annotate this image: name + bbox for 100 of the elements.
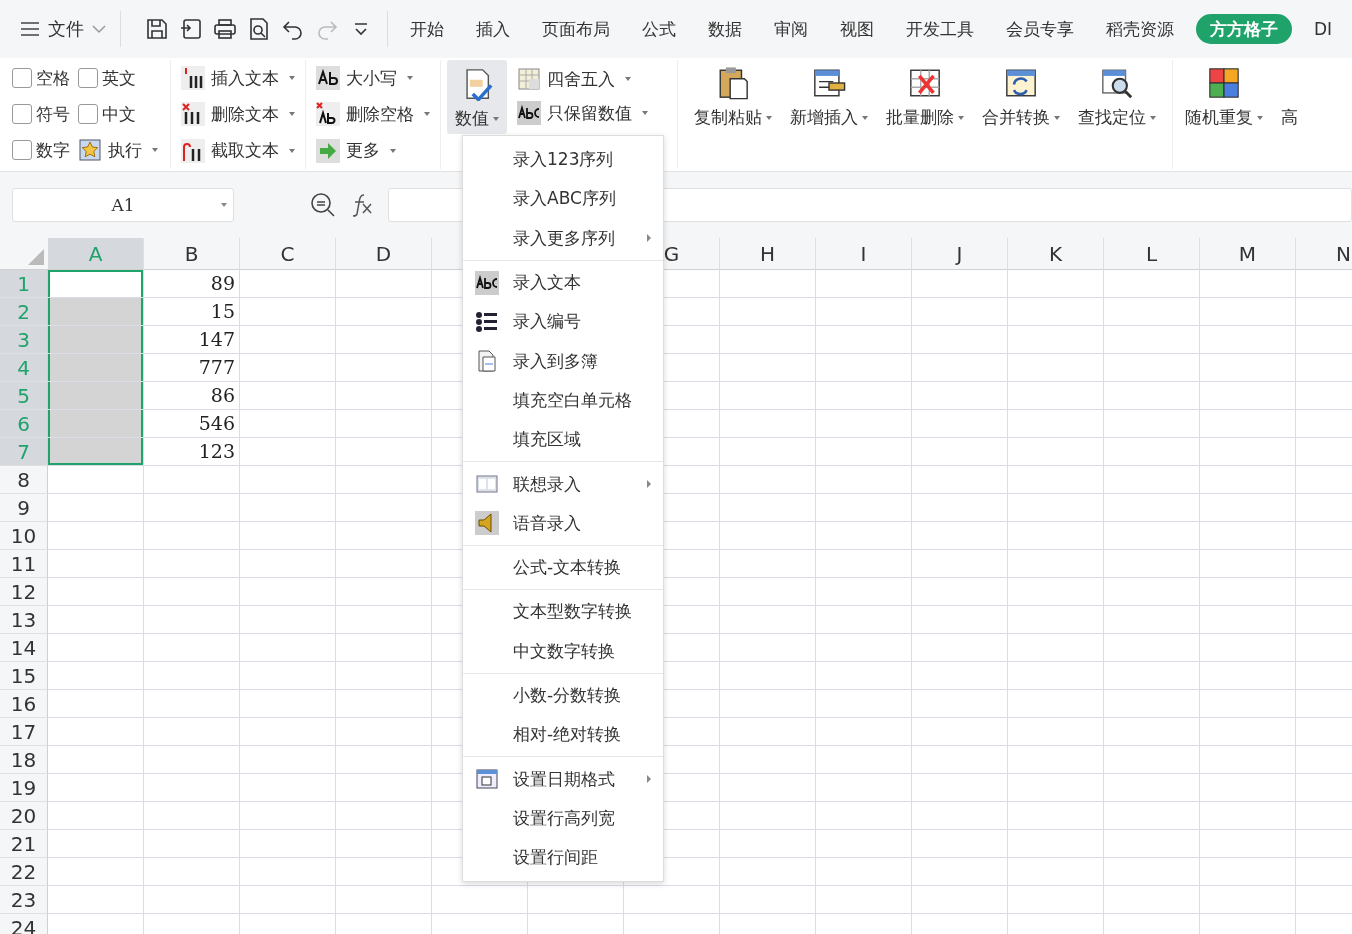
menu-item[interactable]: 录入到多簿	[463, 341, 663, 381]
row-header[interactable]: 21	[0, 830, 48, 858]
table-cell: 15	[144, 298, 240, 326]
column-header[interactable]: I	[816, 238, 912, 270]
ribbon-tab[interactable]: 开发工具	[906, 14, 974, 44]
tool-button[interactable]: 删除空格	[316, 97, 430, 132]
panel-icon	[475, 472, 499, 496]
tool-button[interactable]: 插入文本	[181, 61, 295, 96]
function-icon[interactable]	[350, 192, 374, 218]
row-header[interactable]: 13	[0, 606, 48, 634]
column-header[interactable]: M	[1200, 238, 1296, 270]
ribbon-button[interactable]: 随机重复	[1177, 60, 1271, 140]
numbered-list-icon	[475, 309, 499, 334]
ribbon-tab[interactable]: DI	[1314, 14, 1333, 44]
menu-item[interactable]: 设置行高列宽	[463, 798, 663, 839]
ribbon-tab[interactable]: 会员专享	[1006, 14, 1074, 44]
checkbox[interactable]: 中文	[78, 102, 158, 126]
ribbon-tab[interactable]: 开始	[410, 14, 444, 44]
value-button[interactable]: 数值	[447, 60, 507, 134]
column-header[interactable]: K	[1008, 238, 1104, 270]
menu-item[interactable]: 公式-文本转换	[463, 547, 663, 588]
menu-item[interactable]: 文本型数字转换	[463, 592, 663, 632]
table-cell: 777	[144, 354, 240, 382]
ribbon-tab[interactable]: 视图	[840, 14, 874, 44]
star-box-icon	[78, 138, 102, 162]
ribbon-tab[interactable]: 插入	[476, 14, 510, 44]
delete-spaces-icon	[316, 102, 340, 127]
ribbon-button[interactable]: 新增插入	[782, 60, 876, 140]
delete-text-icon	[181, 102, 205, 127]
print-preview-icon	[247, 17, 271, 41]
row-header[interactable]: 18	[0, 746, 48, 774]
name-box[interactable]: A1	[12, 188, 234, 222]
row-header[interactable]: 20	[0, 802, 48, 830]
row-header[interactable]: 11	[0, 550, 48, 578]
save-icon	[145, 17, 169, 41]
menu-icon	[20, 21, 40, 37]
menu-item[interactable]: 语音录入	[463, 503, 663, 543]
menu-item[interactable]: 相对-绝对转换	[463, 715, 663, 755]
menu-item[interactable]: 设置日期格式	[463, 759, 663, 799]
ribbon-tab[interactable]: 公式	[642, 14, 676, 44]
column-header[interactable]: H	[720, 238, 816, 270]
chevron-down-icon	[92, 24, 106, 34]
checkbox[interactable]: 英文	[78, 66, 158, 90]
checkbox[interactable]: 空格	[12, 66, 70, 90]
execute-button[interactable]: 执行	[78, 133, 158, 167]
rounding-icon	[517, 67, 541, 91]
tool-button[interactable]: 四舍五入	[517, 62, 667, 96]
column-header[interactable]: B	[144, 238, 240, 270]
menu-item[interactable]: 设置行间距	[463, 838, 663, 878]
checkbox[interactable]: 数字	[12, 138, 70, 162]
row-header[interactable]: 15	[0, 662, 48, 690]
tool-button[interactable]: 截取文本	[181, 133, 295, 168]
row-header[interactable]: 12	[0, 578, 48, 606]
row-header[interactable]: 10	[0, 522, 48, 550]
row-header[interactable]: 16	[0, 690, 48, 718]
table-cell: 147	[144, 326, 240, 354]
speaker-icon	[475, 511, 499, 536]
row-header[interactable]: 9	[0, 494, 48, 522]
column-header[interactable]: N	[1296, 238, 1352, 270]
menu-item[interactable]: 录入编号	[463, 302, 663, 342]
row-header[interactable]: 22	[0, 858, 48, 886]
menu-item[interactable]: 联想录入	[463, 464, 663, 504]
ribbon-button[interactable]: 合并转换	[974, 60, 1068, 140]
menu-item[interactable]: 小数-分数转换	[463, 675, 663, 716]
ribbon-button[interactable]: 批量删除	[878, 60, 972, 140]
menu-item[interactable]: 录入123序列	[463, 140, 663, 180]
menu-item[interactable]: 录入ABC序列	[463, 179, 663, 219]
column-header[interactable]: L	[1104, 238, 1200, 270]
row-header[interactable]: 23	[0, 886, 48, 914]
tool-button[interactable]: 大小写	[316, 61, 430, 96]
tool-button[interactable]: 更多	[316, 133, 430, 168]
export-icon	[179, 17, 203, 41]
table-cell: 546	[144, 410, 240, 438]
calendar-icon	[475, 767, 499, 792]
ribbon-tab[interactable]: 审阅	[774, 14, 808, 44]
menu-item[interactable]: 中文数字转换	[463, 631, 663, 671]
table-cell: 89	[144, 270, 240, 298]
column-header[interactable]: J	[912, 238, 1008, 270]
ribbon-tab[interactable]: 稻壳资源	[1106, 14, 1174, 44]
letters-icon	[316, 66, 340, 91]
tool-button[interactable]: 删除文本	[181, 97, 295, 132]
column-header[interactable]: C	[240, 238, 336, 270]
row-header[interactable]: 17	[0, 718, 48, 746]
row-header[interactable]: 19	[0, 774, 48, 802]
row-header[interactable]: 24	[0, 914, 48, 934]
file-menu[interactable]: 文件	[20, 11, 121, 47]
checkbox[interactable]: 符号	[12, 102, 70, 126]
column-header[interactable]: D	[336, 238, 432, 270]
menu-item[interactable]: 填充空白单元格	[463, 380, 663, 421]
abc-text-icon	[517, 101, 541, 125]
zoom-out-icon[interactable]	[310, 192, 336, 218]
ribbon-tab[interactable]: 页面布局	[542, 14, 610, 44]
row-header[interactable]: 14	[0, 634, 48, 662]
ribbon-button[interactable]: 复制粘贴	[686, 60, 780, 140]
ribbon-button[interactable]: 高	[1273, 60, 1306, 140]
tool-button[interactable]: 只保留数值	[517, 96, 667, 130]
row-header[interactable]: 8	[0, 466, 48, 494]
ribbon-button[interactable]: 查找定位	[1070, 60, 1164, 140]
ribbon-tab[interactable]: 数据	[708, 14, 742, 44]
menu-item[interactable]: 填充区域	[463, 420, 663, 460]
